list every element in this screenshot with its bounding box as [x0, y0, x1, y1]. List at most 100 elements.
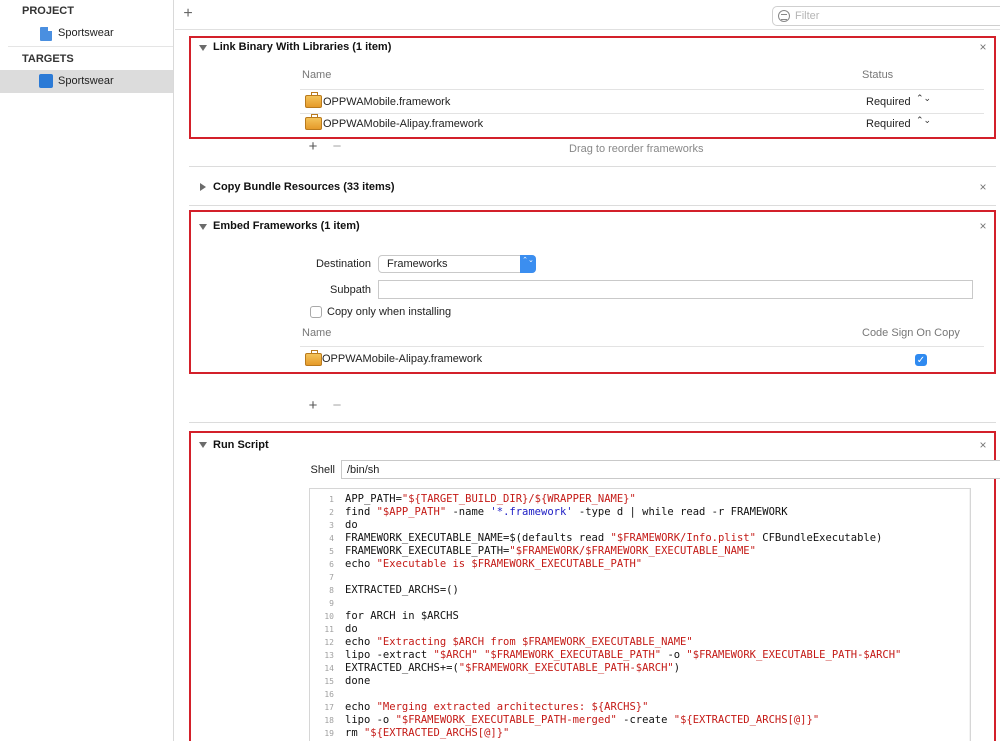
line-number: 5 — [329, 547, 334, 556]
shell-label: Shell — [310, 464, 335, 476]
script-line: 7 — [310, 571, 930, 584]
line-number: 15 — [324, 677, 334, 686]
header-divider — [300, 89, 984, 90]
project-item-label: Sportswear — [58, 27, 114, 39]
column-header-status[interactable]: Status — [862, 69, 893, 81]
framework-name: OPPWAMobile-Alipay.framework — [322, 353, 483, 365]
line-number: 12 — [324, 638, 334, 647]
script-line: 4 FRAMEWORK_EXECUTABLE_NAME=$(defaults re… — [310, 532, 930, 545]
filter-field[interactable]: Filter — [772, 6, 1000, 26]
script-line-text: echo "Extracting $ARCH from $FRAMEWORK_E… — [345, 636, 693, 648]
subpath-label: Subpath — [330, 284, 371, 296]
subpath-field[interactable] — [378, 280, 973, 299]
link-binary-section: Link Binary With Libraries (1 item) × Na… — [189, 36, 996, 166]
script-line: 5 FRAMEWORK_EXECUTABLE_PATH="$FRAMEWORK/$… — [310, 545, 930, 558]
line-number: 8 — [329, 586, 334, 595]
script-line-text: done — [345, 675, 371, 687]
script-line: 9 — [310, 597, 930, 610]
row-divider — [300, 113, 984, 114]
copy-only-checkbox[interactable] — [310, 306, 322, 318]
column-header-name[interactable]: Name — [302, 327, 331, 339]
stepper-chevron-icon[interactable]: ⌃⌄ — [916, 94, 931, 103]
line-number: 4 — [329, 534, 334, 543]
disclosure-triangle-icon[interactable] — [200, 183, 206, 191]
framework-name: OPPWAMobile-Alipay.framework — [323, 118, 484, 130]
section-divider — [189, 166, 996, 167]
script-editor[interactable]: 1 APP_PATH="${TARGET_BUILD_DIR}/${WRAPPER… — [309, 488, 971, 741]
close-icon[interactable]: × — [978, 220, 988, 232]
target-item-sportswear[interactable]: Sportswear — [0, 70, 173, 93]
disclosure-triangle-icon[interactable] — [199, 224, 207, 230]
script-line: 2 find "$APP_PATH" -name '*.framework' -t… — [310, 506, 930, 519]
line-number: 18 — [324, 716, 334, 725]
line-number: 2 — [329, 508, 334, 517]
remove-embedded-framework-button[interactable]: − — [330, 398, 344, 414]
embed-frameworks-title[interactable]: Embed Frameworks (1 item) — [213, 220, 360, 232]
script-line: 8 EXTRACTED_ARCHS=() — [310, 584, 930, 597]
line-number: 16 — [324, 690, 334, 699]
add-framework-button[interactable]: + — [306, 139, 320, 155]
section-divider — [189, 205, 996, 206]
script-line: 6 echo "Executable is $FRAMEWORK_EXECUTAB… — [310, 558, 930, 571]
disclosure-triangle-icon[interactable] — [199, 442, 207, 448]
link-binary-title[interactable]: Link Binary With Libraries (1 item) — [213, 41, 391, 53]
line-number: 13 — [324, 651, 334, 660]
script-line-text: APP_PATH="${TARGET_BUILD_DIR}/${WRAPPER_… — [345, 493, 636, 505]
script-line: 15 done — [310, 675, 930, 688]
script-line: 11 do — [310, 623, 930, 636]
close-icon[interactable]: × — [978, 181, 988, 193]
stepper-chevron-icon[interactable]: ⌃⌄ — [916, 116, 931, 125]
copy-only-label[interactable]: Copy only when installing — [327, 306, 451, 318]
script-line: 14 EXTRACTED_ARCHS+=("$FRAMEWORK_EXECUTAB… — [310, 662, 930, 675]
script-line-text: rm "${EXTRACTED_ARCHS[@]}" — [345, 727, 510, 739]
editor-scrollbar[interactable] — [969, 489, 970, 741]
project-header: PROJECT — [22, 5, 74, 17]
shell-field[interactable]: /bin/sh — [341, 460, 1000, 479]
script-line-text: EXTRACTED_ARCHS+=("$FRAMEWORK_EXECUTABLE… — [345, 662, 681, 674]
close-icon[interactable]: × — [978, 41, 988, 53]
script-line-text: FRAMEWORK_EXECUTABLE_NAME=$(defaults rea… — [345, 532, 883, 544]
destination-value: Frameworks — [387, 258, 448, 270]
script-line-text: find "$APP_PATH" -name '*.framework' -ty… — [345, 506, 788, 518]
destination-popup[interactable]: Frameworks ⌃⌄ — [378, 255, 536, 273]
status-popup[interactable]: Required — [866, 118, 911, 130]
framework-icon — [305, 350, 322, 366]
status-popup[interactable]: Required — [866, 96, 911, 108]
script-line: 12 echo "Extracting $ARCH from $FRAMEWORK… — [310, 636, 930, 649]
disclosure-triangle-icon[interactable] — [199, 45, 207, 51]
section-divider — [189, 422, 996, 423]
script-line: 16 — [310, 688, 930, 701]
line-number: 9 — [329, 599, 334, 608]
remove-framework-button[interactable]: − — [330, 139, 344, 155]
targets-header: TARGETS — [22, 53, 74, 65]
column-header-name[interactable]: Name — [302, 69, 331, 81]
close-icon[interactable]: × — [978, 439, 988, 451]
line-number: 10 — [324, 612, 334, 621]
sidebar-divider — [8, 46, 173, 47]
script-line-text: lipo -o "$FRAMEWORK_EXECUTABLE_PATH-merg… — [345, 714, 820, 726]
line-number: 11 — [324, 625, 334, 634]
build-phases-toolbar: + Filter — [175, 0, 1000, 30]
line-number: 1 — [329, 495, 334, 504]
add-embedded-framework-button[interactable]: + — [306, 398, 320, 414]
navigator-sidebar: PROJECT Sportswear TARGETS Sportswear — [0, 0, 174, 741]
script-line: 10 for ARCH in $ARCHS — [310, 610, 930, 623]
column-header-code-sign[interactable]: Code Sign On Copy — [862, 327, 960, 339]
copy-bundle-title[interactable]: Copy Bundle Resources (33 items) — [213, 181, 395, 193]
script-line-text: for ARCH in $ARCHS — [345, 610, 459, 622]
build-phases-editor: + Filter Link Binary With Libraries (1 i… — [175, 0, 1000, 741]
framework-icon — [305, 92, 322, 108]
drag-reorder-hint: Drag to reorder frameworks — [569, 143, 704, 155]
line-number: 17 — [324, 703, 334, 712]
line-number: 3 — [329, 521, 334, 530]
script-line-text: do — [345, 623, 358, 635]
shell-value: /bin/sh — [347, 464, 380, 476]
embed-frameworks-section: Embed Frameworks (1 item) × Destination … — [189, 210, 996, 374]
run-script-title[interactable]: Run Script — [213, 439, 269, 451]
add-build-phase-button[interactable]: + — [181, 6, 195, 22]
framework-name: OPPWAMobile.framework — [323, 96, 451, 108]
script-line-text: lipo -extract "$ARCH" "$FRAMEWORK_EXECUT… — [345, 649, 902, 661]
project-item-sportswear[interactable]: Sportswear — [0, 22, 173, 45]
copy-bundle-section: Copy Bundle Resources (33 items) × — [189, 176, 996, 200]
code-sign-checkbox[interactable]: ✓ — [915, 354, 927, 366]
